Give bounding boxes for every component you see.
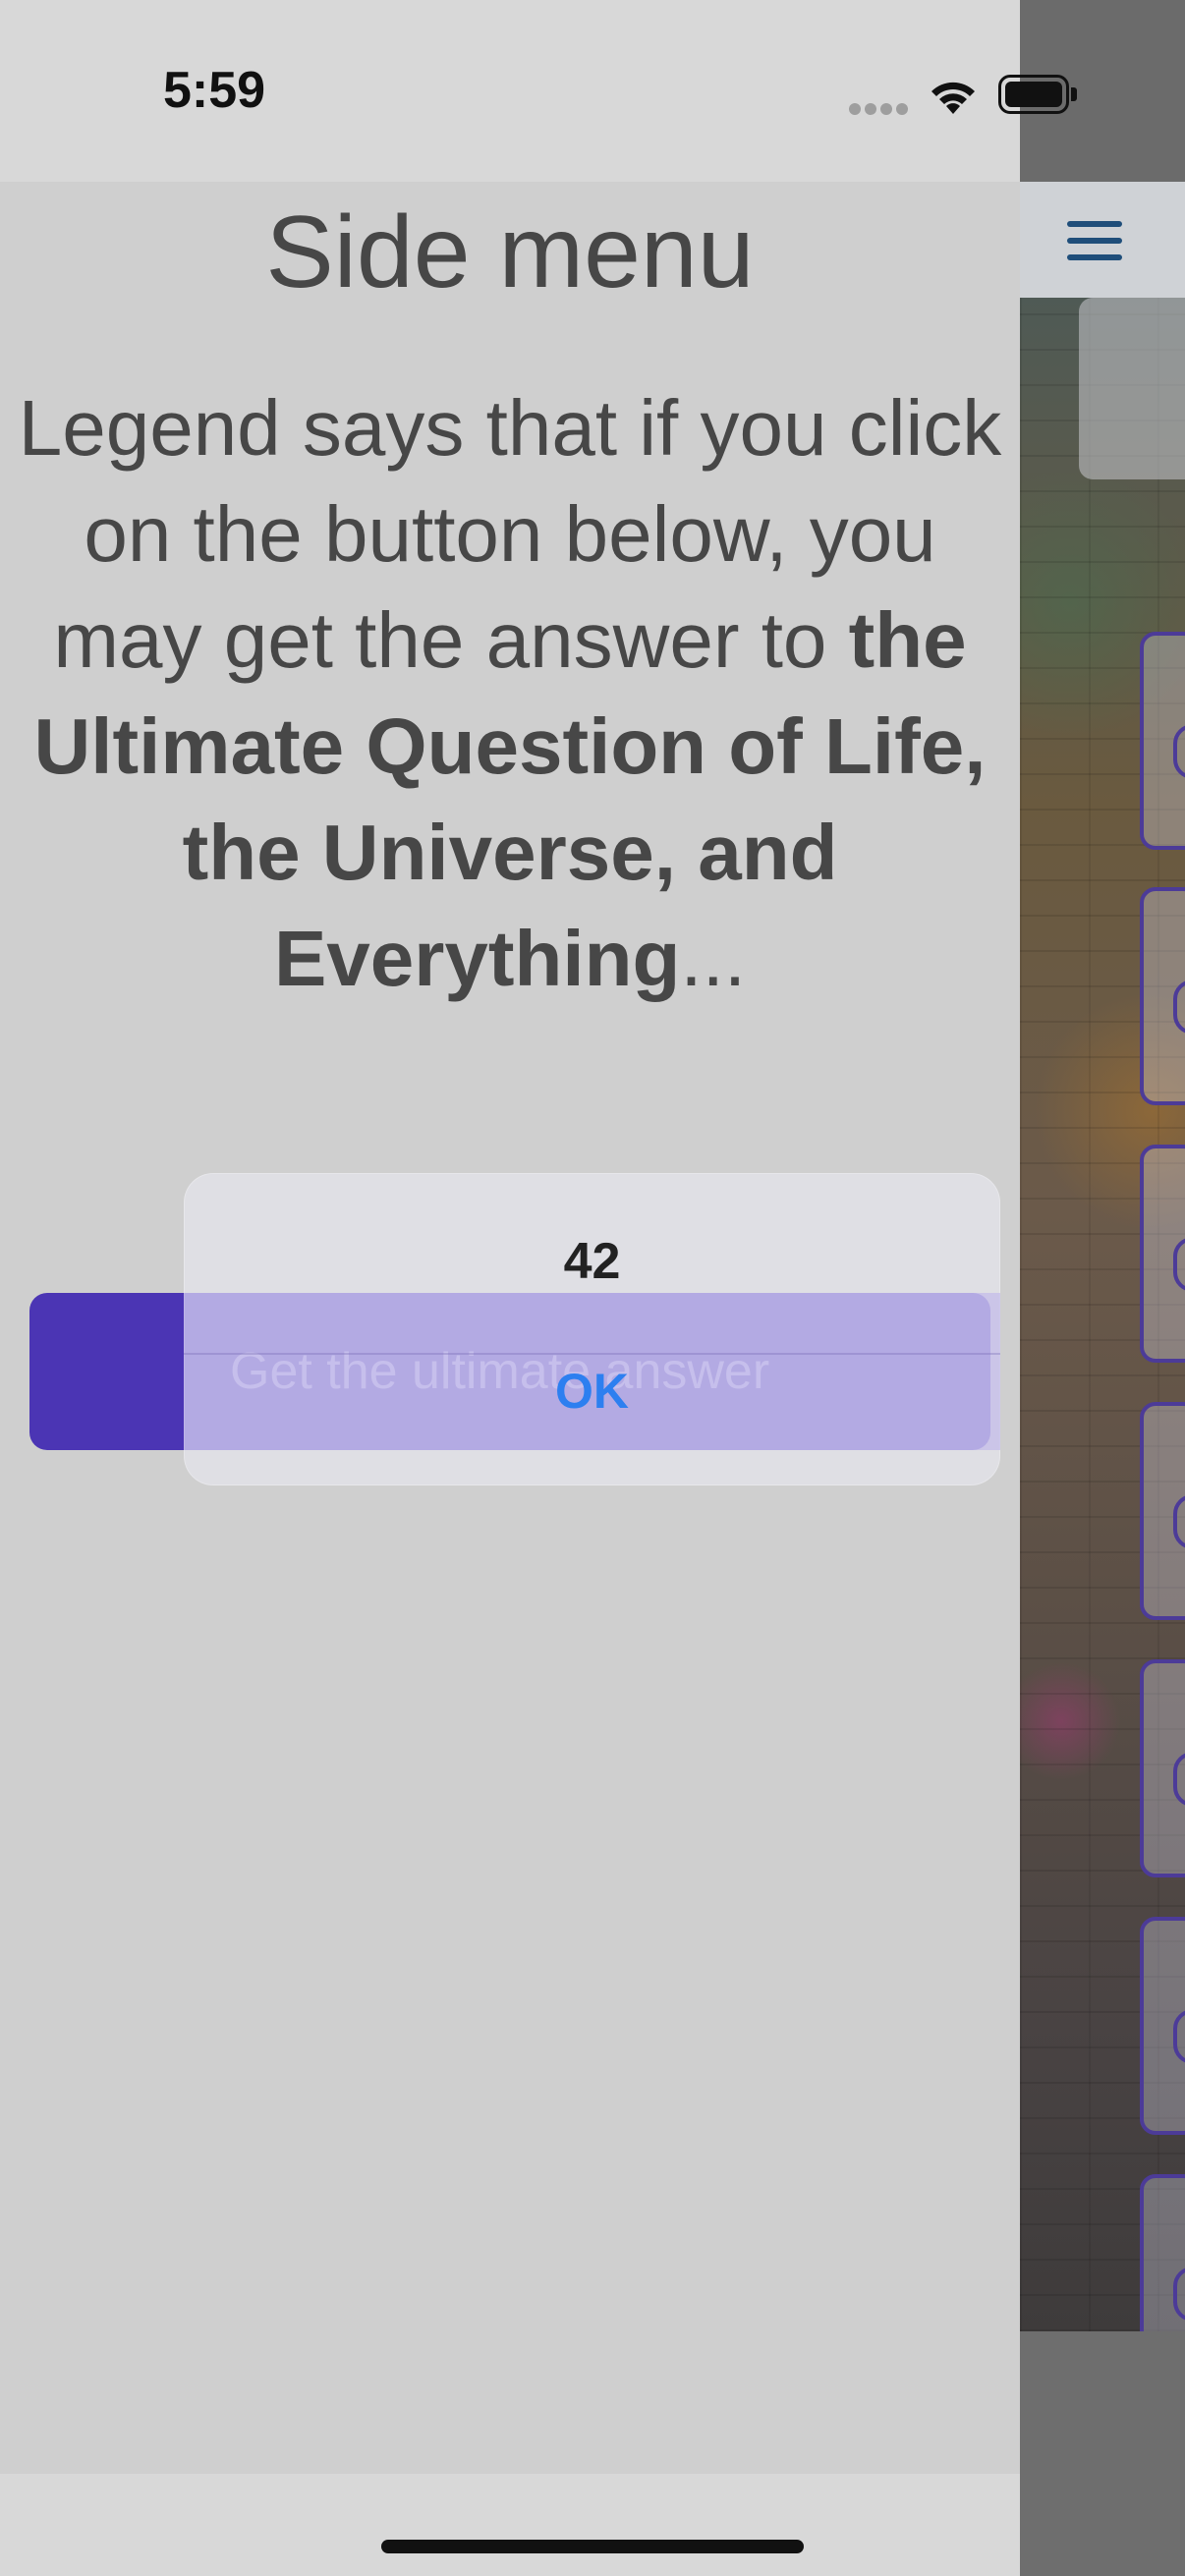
legend-paragraph: Legend says that if you click on the but… [14, 375, 1006, 1012]
main-header [1020, 182, 1185, 298]
list-card[interactable] [1140, 632, 1185, 850]
main-bottom-area [1020, 2331, 1185, 2576]
wifi-icon [931, 82, 975, 114]
alert-message: 42 [563, 1233, 621, 1290]
status-time: 5:59 [163, 62, 266, 119]
list-card[interactable] [1140, 2174, 1185, 2331]
page-title: Side menu [265, 196, 755, 309]
list-card[interactable] [1140, 887, 1185, 1105]
battery-icon [998, 75, 1077, 114]
cellular-signal-icon [849, 102, 912, 120]
alert-ok-button[interactable]: OK [184, 1354, 1000, 1485]
background-graffiti-image [1020, 298, 1185, 2331]
legend-tail: ... [680, 915, 747, 1002]
list-card[interactable] [1140, 1145, 1185, 1363]
main-screen [1020, 0, 1185, 2576]
answer-alert-dialog: 42 OK [184, 1173, 1000, 1485]
home-bar-area [0, 2474, 1020, 2576]
list-card[interactable] [1140, 1917, 1185, 2135]
hamburger-menu-icon[interactable] [1067, 221, 1122, 260]
list-card[interactable] [1140, 1659, 1185, 1877]
home-indicator[interactable] [381, 2540, 804, 2553]
content-panel [1079, 298, 1185, 479]
list-card[interactable] [1140, 1402, 1185, 1620]
status-bar: 5:59 [0, 0, 1077, 182]
